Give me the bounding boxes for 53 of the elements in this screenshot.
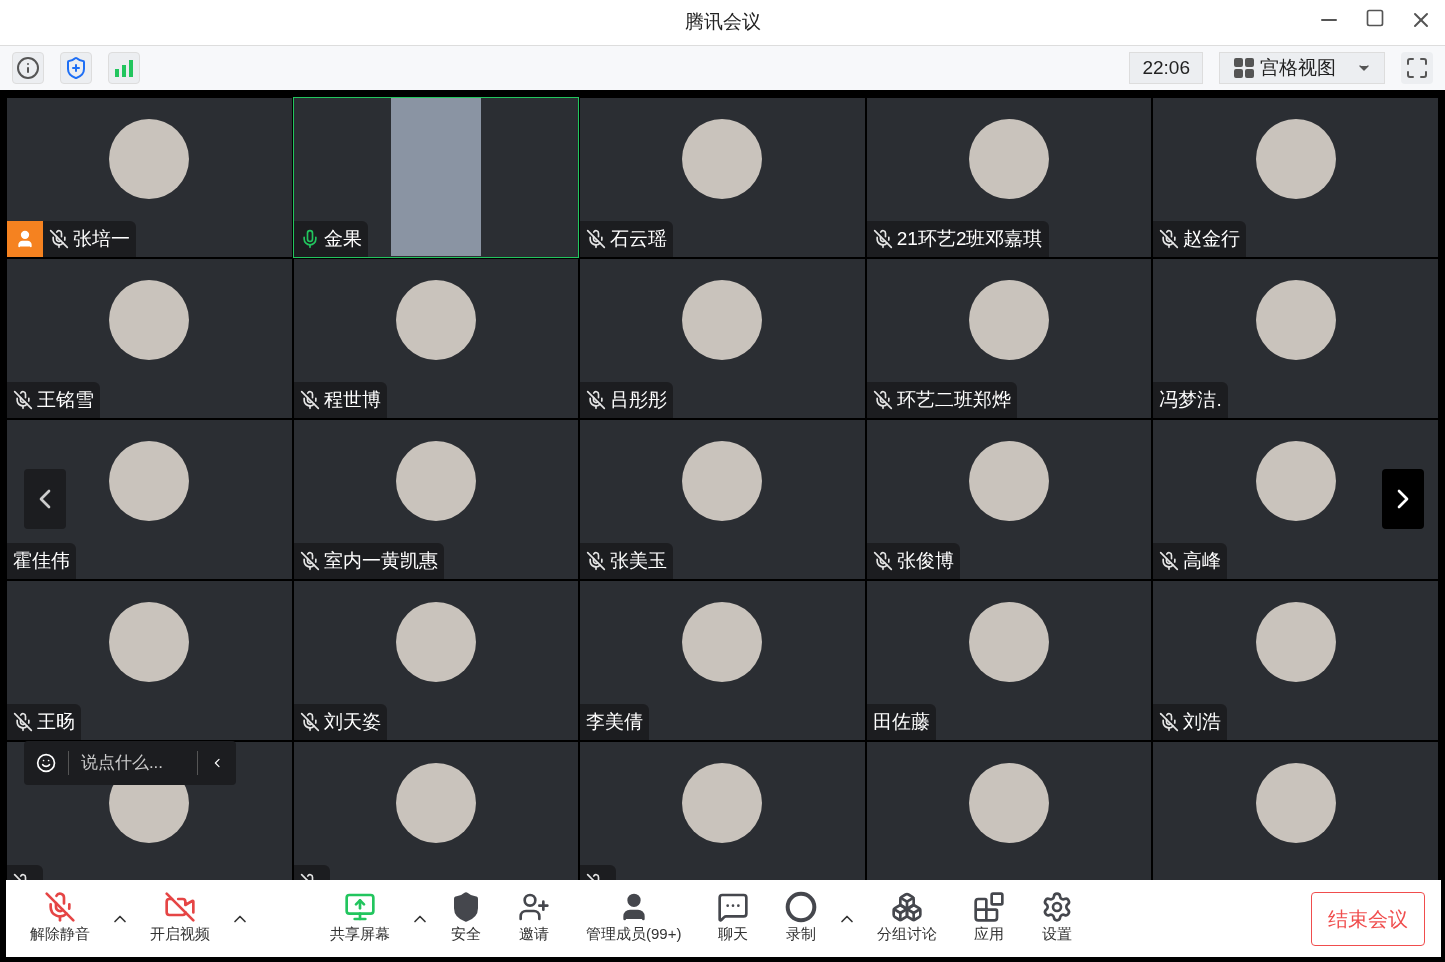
participant-name: 李美倩: [586, 709, 644, 734]
participant-name: 张美玉: [610, 548, 668, 573]
participant-name: 石云瑶: [610, 226, 668, 251]
apps-icon: [973, 891, 1006, 924]
toolbar-button[interactable]: 解除静音: [22, 891, 98, 946]
participant-name: 刘浩: [1183, 709, 1222, 734]
participant-name: 环艺二班郑烨: [896, 387, 1011, 412]
previous-page-button[interactable]: [24, 469, 66, 529]
blocks-icon: [891, 891, 924, 924]
participant-name: 刘天姿: [323, 709, 381, 734]
toolbar-button[interactable]: 邀请: [510, 891, 558, 946]
fullscreen-icon: [1405, 56, 1429, 80]
toolbar-button[interactable]: 应用: [965, 891, 1014, 946]
info-icon: [16, 56, 40, 80]
toolbar-button[interactable]: 分组讨论: [869, 891, 946, 946]
participant-name: 赵金行: [1183, 226, 1241, 251]
participant-name: 吕彤彤: [610, 387, 668, 412]
muted-mic-icon: [44, 891, 76, 924]
record-icon: [785, 891, 818, 924]
participant-name: 张俊博: [896, 548, 954, 573]
participant-name: 王旸: [37, 709, 75, 734]
participant-name: 室内一黄凯惠: [323, 548, 438, 573]
toolbar-button[interactable]: 共享屏幕: [322, 891, 398, 946]
toolbar-button[interactable]: 聊天: [709, 891, 758, 946]
info-button[interactable]: [12, 52, 44, 84]
next-page-button[interactable]: [1382, 469, 1424, 529]
participant-name: 金果: [323, 226, 362, 251]
participant-name: 冯梦洁.: [1159, 387, 1222, 412]
view-dropdown[interactable]: 宫格视图: [1219, 52, 1385, 84]
end-meeting-button[interactable]: 结束会议: [1311, 891, 1425, 946]
security-button[interactable]: [60, 52, 92, 84]
participant-name: 田佐藤: [872, 709, 930, 734]
participant-name: 21环艺2班邓嘉琪: [896, 226, 1043, 251]
fullscreen-button[interactable]: [1401, 52, 1433, 84]
chat-icon: [717, 891, 750, 924]
participant-name: 高峰: [1183, 548, 1222, 573]
toolbar-button[interactable]: 开启视频: [142, 891, 218, 946]
signal-icon: [114, 59, 134, 77]
toolbar-button[interactable]: 设置: [1033, 891, 1082, 946]
participant-name: 霍佳伟: [13, 548, 70, 573]
shield-icon: [64, 56, 88, 80]
toolbar-button[interactable]: 安全: [442, 891, 490, 946]
participant-name: 王铭雪: [37, 387, 94, 412]
maximize-icon[interactable]: [1365, 8, 1385, 28]
person-icon: [15, 229, 35, 249]
participant-name: 程世博: [323, 387, 381, 412]
window-title: 腾讯会议: [684, 11, 761, 33]
meeting-time: 22:06: [1129, 52, 1203, 84]
participant-name: 张培一: [73, 226, 130, 251]
toolbar-button[interactable]: 管理成员(99+): [578, 891, 690, 946]
video-off-icon: [164, 891, 196, 924]
toolbar-button[interactable]: 录制: [777, 891, 826, 946]
grid-icon: [1232, 56, 1256, 80]
